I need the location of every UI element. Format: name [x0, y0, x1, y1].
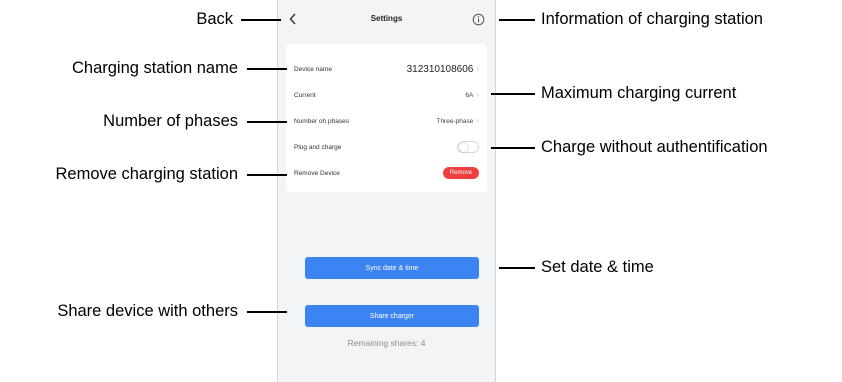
- phases-label: Number oh phases: [294, 117, 349, 125]
- remove-device-button[interactable]: Remove: [443, 167, 479, 179]
- annotation-phases: Number of phases: [103, 112, 238, 130]
- annotation-remove: Remove charging station: [55, 165, 238, 183]
- annotation-line: [491, 93, 535, 95]
- plug-and-charge-row: Plug and charge: [294, 138, 479, 156]
- annotation-back: Back: [196, 10, 233, 28]
- current-label: Current: [294, 91, 316, 99]
- current-row[interactable]: Current 6A ›: [294, 86, 479, 104]
- share-charger-button[interactable]: Share charger: [305, 305, 479, 327]
- annotation-plug-charge: Charge without authentification: [541, 138, 768, 156]
- toggle-knob: [459, 143, 468, 152]
- phases-row[interactable]: Number oh phases Three-phase ›: [294, 112, 479, 130]
- annotation-info: Information of charging station: [541, 10, 763, 28]
- settings-card: Device name 312310108606 › Current 6A › …: [286, 44, 487, 192]
- annotation-set-date: Set date & time: [541, 258, 654, 276]
- phases-value: Three-phase: [436, 117, 474, 125]
- device-name-row[interactable]: Device name 312310108606 ›: [294, 60, 479, 78]
- page-title: Settings: [370, 14, 403, 23]
- plug-and-charge-toggle[interactable]: [457, 141, 479, 153]
- plug-and-charge-label: Plug and charge: [294, 143, 342, 151]
- annotation-line: [247, 174, 287, 176]
- annotation-share: Share device with others: [57, 302, 238, 320]
- annotation-station-name: Charging station name: [71, 59, 238, 77]
- top-bar: Settings: [278, 0, 495, 40]
- remaining-shares-text: Remaining shares: 4: [347, 338, 426, 348]
- annotation-line: [247, 121, 287, 123]
- chevron-right-icon: ›: [476, 90, 479, 99]
- annotation-line: [491, 147, 535, 149]
- device-name-value: 312310108606: [406, 63, 474, 75]
- settings-screen: Settings Device name 312310108606 › Curr…: [277, 0, 496, 382]
- annotation-line: [241, 19, 281, 21]
- annotation-line: [247, 68, 287, 70]
- annotation-max-current: Maximum charging current: [541, 84, 737, 102]
- sync-date-time-button[interactable]: Sync date & time: [305, 257, 479, 279]
- annotation-line: [499, 267, 535, 269]
- current-value: 6A: [465, 91, 474, 99]
- chevron-right-icon: ›: [476, 64, 479, 73]
- device-name-label: Device name: [294, 65, 332, 73]
- chevron-right-icon: ›: [476, 116, 479, 125]
- remove-device-label: Remove Device: [294, 169, 340, 177]
- remove-device-row: Remove Device Remove: [294, 164, 479, 182]
- annotation-line: [247, 311, 287, 313]
- info-circle-icon: [472, 13, 485, 26]
- info-button[interactable]: [472, 13, 485, 26]
- annotation-line: [499, 19, 535, 21]
